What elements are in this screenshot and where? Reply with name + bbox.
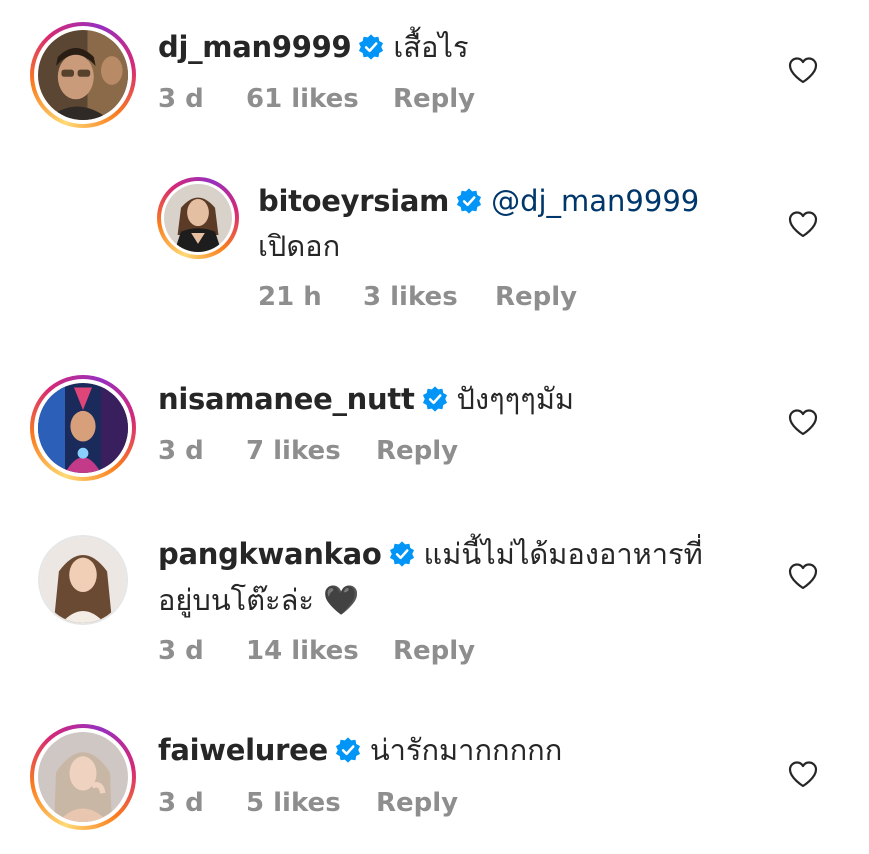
comment-meta: 3 d 14 likes Reply xyxy=(158,634,558,668)
comment-meta: 3 d 7 likes Reply xyxy=(158,434,558,468)
comment-likes[interactable]: 14 likes xyxy=(246,634,359,668)
comment-username[interactable]: faiweluree xyxy=(158,733,328,767)
comment-likes[interactable]: 7 likes xyxy=(246,434,341,468)
comment-item: faiweluree น่ารักมากกกกก 3 d 5 likes Repl… xyxy=(0,700,869,854)
reply-button[interactable]: Reply xyxy=(393,634,475,668)
comment-item: dj_man9999 เสื้อไร 3 d 61 likes Reply xyxy=(0,0,869,160)
heart-outline-icon[interactable] xyxy=(788,408,818,436)
reply-button[interactable]: Reply xyxy=(393,82,475,116)
avatar[interactable] xyxy=(30,375,136,481)
avatar[interactable] xyxy=(30,22,136,128)
comment-time: 3 d xyxy=(158,84,204,114)
comment-header: bitoeyrsiam @dj_man9999 xyxy=(258,181,699,221)
comment-time: 21 h xyxy=(258,282,322,312)
comment-header: dj_man9999 เสื้อไร xyxy=(158,27,469,67)
heart-outline-icon[interactable] xyxy=(788,760,818,788)
comment-mention[interactable]: @dj_man9999 xyxy=(491,184,699,218)
comment-username[interactable]: nisamanee_nutt xyxy=(158,382,415,416)
comment-header: nisamanee_nutt ปังๆๆๆมัม xyxy=(158,379,574,419)
heart-outline-icon[interactable] xyxy=(788,562,818,590)
reply-button[interactable]: Reply xyxy=(495,280,577,314)
comment-header: faiweluree น่ารักมากกกกก xyxy=(158,730,562,770)
comment-reply-item: bitoeyrsiam @dj_man9999 เปิดอก 21 h 3 lik… xyxy=(0,160,869,350)
comment-text: เสื้อไร xyxy=(393,30,469,64)
comment-likes[interactable]: 61 likes xyxy=(246,82,359,116)
avatar-photo xyxy=(40,537,126,623)
comment-item: nisamanee_nutt ปังๆๆๆมัม 3 d 7 likes Repl… xyxy=(0,350,869,510)
comment-username[interactable]: dj_man9999 xyxy=(158,30,352,64)
avatar-photo xyxy=(38,383,128,473)
comment-text: ปังๆๆๆมัม xyxy=(456,382,575,416)
heart-outline-icon[interactable] xyxy=(788,56,818,84)
verified-badge-icon xyxy=(388,540,416,568)
comment-text: เปิดอก xyxy=(258,229,341,263)
comment-text: แม่นี้ไม่ได้มองอาหารที่ xyxy=(423,537,703,571)
comment-item: pangkwankao แม่นี้ไม่ได้มองอาหารที่ อยู่บ… xyxy=(0,510,869,700)
verified-badge-icon xyxy=(334,736,362,764)
comment-username[interactable]: pangkwankao xyxy=(158,537,382,571)
avatar-photo xyxy=(164,184,232,252)
comment-header: pangkwankao แม่นี้ไม่ได้มองอาหารที่ xyxy=(158,534,703,574)
verified-badge-icon xyxy=(455,187,483,215)
comment-text-continued: อยู่บนโต๊ะล่ะ 🖤 xyxy=(158,583,360,617)
comment-time: 3 d xyxy=(158,788,204,818)
comment-meta: 3 d 5 likes Reply xyxy=(158,786,558,820)
comment-meta: 21 h 3 likes Reply xyxy=(258,280,658,314)
reply-button[interactable]: Reply xyxy=(376,434,458,468)
comment-time: 3 d xyxy=(158,636,204,666)
avatar-photo xyxy=(38,732,128,822)
avatar[interactable] xyxy=(30,724,136,830)
avatar[interactable] xyxy=(157,177,239,259)
verified-badge-icon xyxy=(357,33,385,61)
comment-username[interactable]: bitoeyrsiam xyxy=(258,184,449,218)
comment-time: 3 d xyxy=(158,436,204,466)
comment-likes[interactable]: 5 likes xyxy=(246,786,341,820)
comment-likes[interactable]: 3 likes xyxy=(363,280,458,314)
heart-outline-icon[interactable] xyxy=(788,210,818,238)
avatar[interactable] xyxy=(38,535,128,625)
verified-badge-icon xyxy=(421,385,449,413)
comment-text: น่ารักมากกกกก xyxy=(369,733,563,767)
comment-meta: 3 d 61 likes Reply xyxy=(158,82,558,116)
avatar-photo xyxy=(38,30,128,120)
reply-button[interactable]: Reply xyxy=(376,786,458,820)
